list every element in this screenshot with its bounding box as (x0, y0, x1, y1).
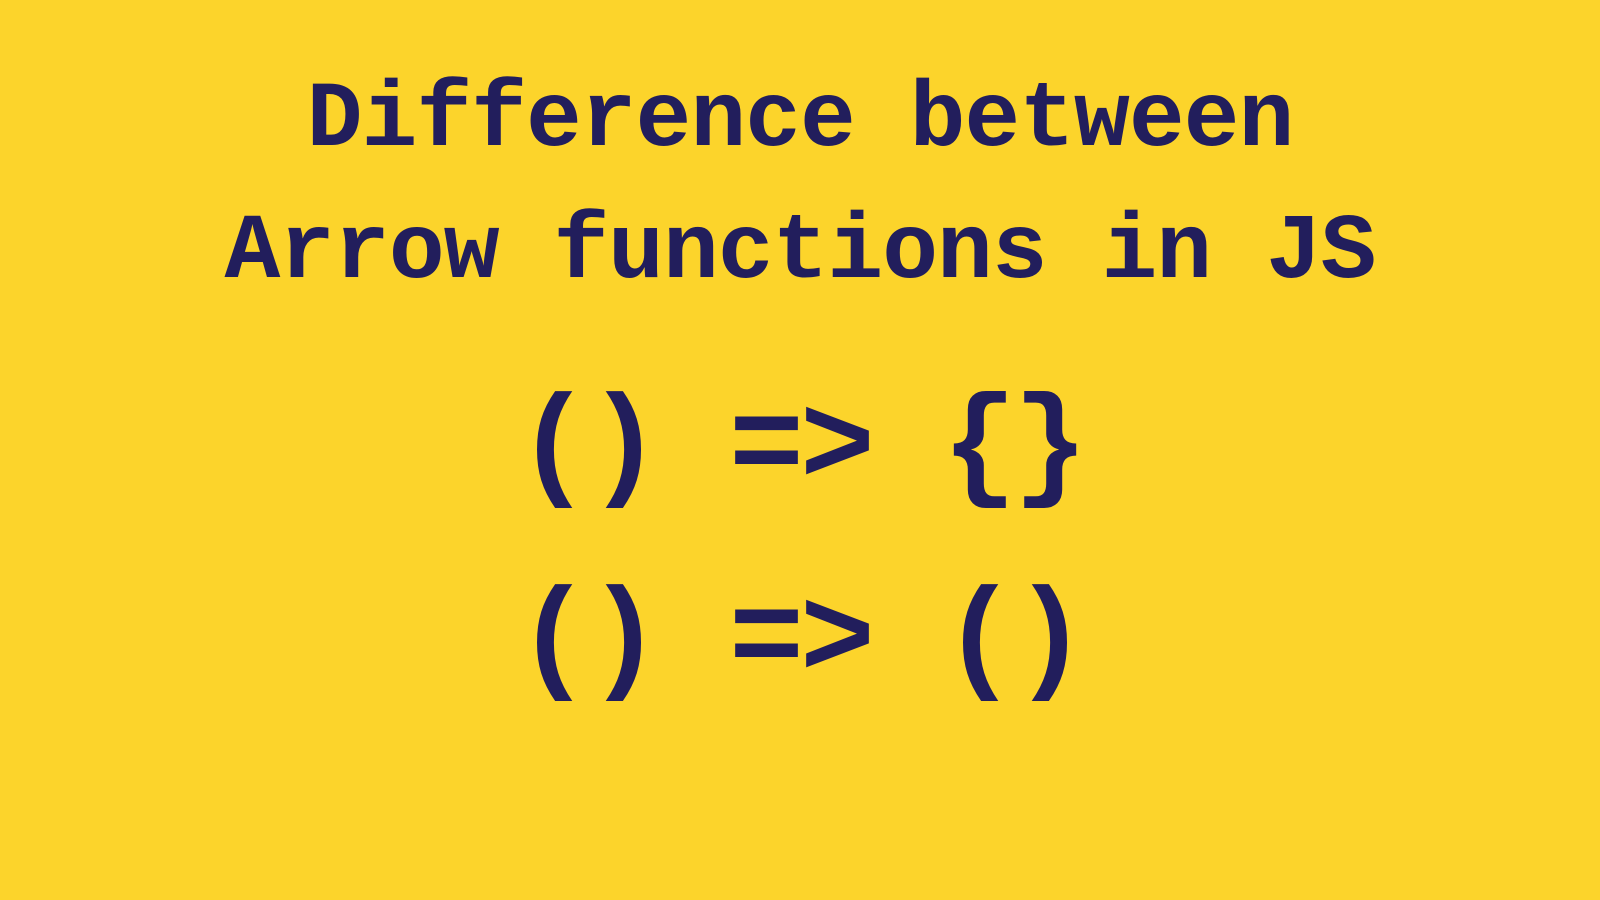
code-examples: () => {} () => () (516, 387, 1084, 705)
title-line-1: Difference between (225, 55, 1376, 187)
arrow-function-parens: () => () (516, 580, 1084, 705)
title-line-2: Arrow functions in JS (225, 187, 1376, 319)
arrow-function-braces: () => {} (516, 387, 1084, 512)
slide-title: Difference between Arrow functions in JS (225, 55, 1376, 319)
